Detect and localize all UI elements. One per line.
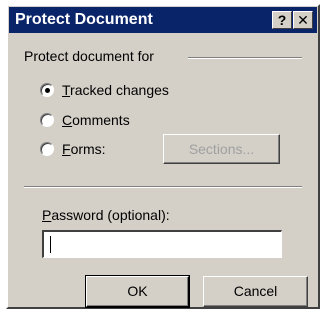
password-label: Password (optional): bbox=[42, 207, 170, 223]
cancel-button[interactable]: Cancel bbox=[203, 276, 308, 307]
protect-group-label: Protect document for bbox=[24, 48, 154, 64]
group-divider bbox=[188, 57, 302, 59]
radio-label-comments: Comments bbox=[62, 112, 130, 128]
radio-label-tracked-changes: Tracked changes bbox=[62, 82, 169, 98]
radio-button[interactable] bbox=[40, 142, 54, 156]
sections-button[interactable]: Sections... bbox=[163, 134, 280, 164]
dialog-title: Protect Document bbox=[15, 11, 153, 28]
help-icon: ? bbox=[277, 12, 287, 28]
separator bbox=[24, 186, 302, 188]
title-bar[interactable]: Protect Document ? ✕ bbox=[9, 7, 317, 33]
close-icon: ✕ bbox=[297, 12, 309, 28]
radio-button[interactable] bbox=[40, 113, 54, 127]
help-button[interactable]: ? bbox=[272, 11, 292, 29]
radio-button[interactable] bbox=[40, 83, 54, 97]
radio-selected-dot bbox=[45, 88, 50, 93]
close-button[interactable]: ✕ bbox=[293, 11, 313, 29]
text-caret bbox=[50, 236, 51, 253]
protect-document-dialog: Protect Document ? ✕ Protect document fo… bbox=[6, 4, 320, 309]
password-input[interactable] bbox=[42, 230, 282, 258]
radio-label-forms: Forms: bbox=[62, 141, 106, 157]
ok-button[interactable]: OK bbox=[85, 275, 190, 308]
